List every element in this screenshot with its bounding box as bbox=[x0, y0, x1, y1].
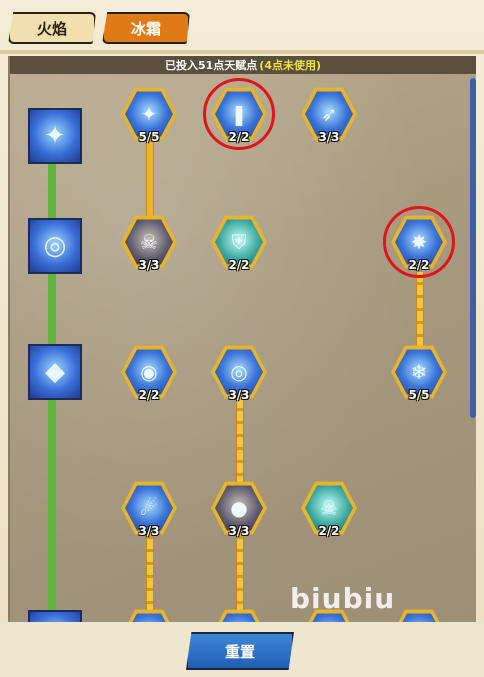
talent-tree-panel[interactable]: 已投入51点天赋点 (4点未使用) ✦ ◎ ◆ ❄ ✦ 5/5 ❚ 2/2 ➶ … bbox=[8, 56, 476, 622]
talent-level: 5/5 bbox=[408, 388, 430, 402]
points-unused: (4点未使用) bbox=[259, 59, 322, 72]
talent-level: 2/2 bbox=[138, 388, 160, 402]
ice-crystal-icon: ◆ bbox=[28, 344, 82, 400]
talent-next-row[interactable] bbox=[121, 608, 177, 622]
tab-ice[interactable]: 冰霜 bbox=[102, 12, 190, 44]
talent-ice-vortex[interactable]: ◎ 3/3 bbox=[211, 344, 267, 402]
talent-next-row[interactable] bbox=[211, 608, 267, 622]
reset-button[interactable]: 重置 bbox=[186, 632, 294, 670]
talent-level: 3/3 bbox=[318, 130, 340, 144]
talent-connector bbox=[146, 142, 154, 222]
points-invested: 已投入51点天赋点 bbox=[164, 59, 258, 72]
watermark: biubiu bbox=[290, 582, 396, 615]
talent-ice-lance[interactable]: ➶ 3/3 bbox=[301, 86, 357, 144]
ice-staff-icon: ✦ bbox=[28, 108, 82, 164]
scrollbar[interactable] bbox=[470, 78, 476, 418]
talent-frost-orb[interactable]: ◉ 2/2 bbox=[121, 344, 177, 402]
highlight-circle bbox=[203, 78, 275, 150]
talent-level: 3/3 bbox=[228, 388, 250, 402]
tab-divider bbox=[0, 50, 484, 54]
talent-frost-skull[interactable]: ☠ 2/2 bbox=[301, 480, 357, 538]
ice-spike-icon: ❄ bbox=[28, 610, 82, 622]
talent-level: 2/2 bbox=[318, 524, 340, 538]
ice-vortex-icon: ◎ bbox=[28, 218, 82, 274]
talent-points-bar: 已投入51点天赋点 (4点未使用) bbox=[10, 56, 476, 74]
talent-level: 5/5 bbox=[138, 130, 160, 144]
talent-level: 3/3 bbox=[228, 524, 250, 538]
talent-ice-comet[interactable]: ☄ 3/3 bbox=[121, 480, 177, 538]
talent-level: 3/3 bbox=[138, 524, 160, 538]
talent-level: 3/3 bbox=[138, 258, 160, 272]
talent-snowflake[interactable]: ❄ 5/5 bbox=[391, 344, 447, 402]
talent-ice-staff[interactable]: ✦ 5/5 bbox=[121, 86, 177, 144]
talent-level: 2/2 bbox=[228, 258, 250, 272]
talent-connector bbox=[236, 398, 244, 488]
talent-next-row[interactable] bbox=[391, 608, 447, 622]
scrollbar-thumb[interactable] bbox=[470, 78, 476, 418]
tab-fire[interactable]: 火焰 bbox=[8, 12, 96, 44]
highlight-circle bbox=[383, 206, 455, 278]
talent-frost-skeleton[interactable]: ☠ 3/3 bbox=[121, 214, 177, 272]
talent-ice-armor[interactable]: ⛨ 2/2 bbox=[211, 214, 267, 272]
talent-frost-boulder[interactable]: ● 3/3 bbox=[211, 480, 267, 538]
